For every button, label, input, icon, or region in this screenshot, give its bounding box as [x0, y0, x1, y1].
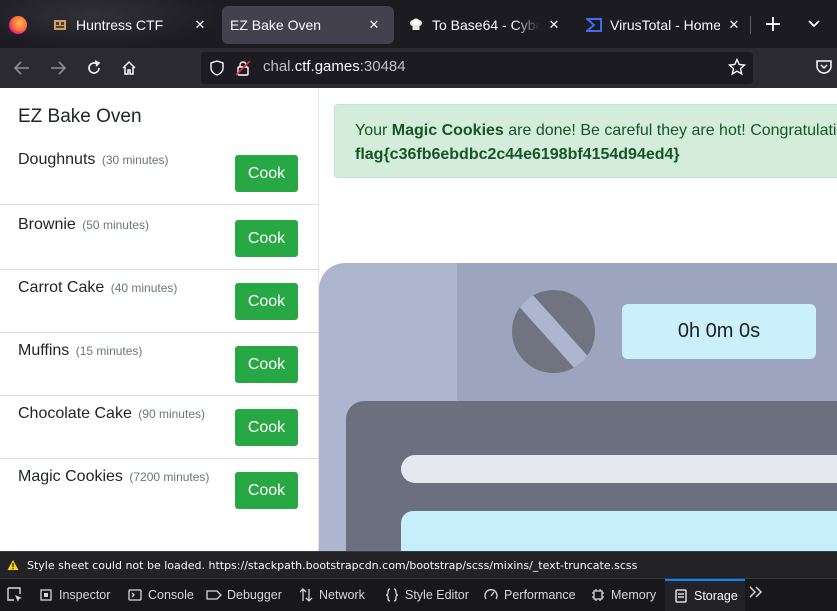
close-icon[interactable]: ✕	[544, 17, 564, 33]
recipe-item-muffins: Muffins (15 minutes) Cook	[0, 333, 318, 396]
tab-virustotal[interactable]: VirusTotal - Home ✕	[580, 6, 750, 44]
firefox-menu-icon[interactable]	[9, 16, 27, 34]
recipe-name: Chocolate Cake	[18, 405, 132, 422]
close-icon[interactable]: ✕	[724, 17, 744, 33]
insecure-lock-icon[interactable]	[235, 60, 251, 76]
recipe-item-magic-cookies: Magic Cookies (7200 minutes) Cook	[0, 459, 318, 522]
recipe-time: (50 minutes)	[82, 218, 149, 232]
tab-cyberchef[interactable]: To Base64 - CyberChef ✕	[402, 6, 570, 44]
memory-chip-icon	[590, 587, 606, 603]
recipe-name: Brownie	[18, 216, 76, 233]
back-arrow-icon[interactable]	[10, 57, 34, 79]
tab-memory[interactable]: Memory	[590, 579, 656, 611]
page-content: EZ Bake Oven Doughnuts (30 minutes) Cook…	[0, 88, 837, 551]
tab-ez-bake-oven[interactable]: EZ Bake Oven ✕	[222, 6, 394, 44]
recipe-item-brownie: Brownie (50 minutes) Cook	[0, 207, 318, 270]
virustotal-icon	[586, 17, 602, 33]
recipe-sidebar: EZ Bake Oven Doughnuts (30 minutes) Cook…	[0, 88, 319, 551]
recipe-item-doughnuts: Doughnuts (30 minutes) Cook	[0, 142, 318, 205]
console-warning-row: Style sheet could not be loaded. https:/…	[0, 551, 837, 578]
chef-hat-icon	[408, 17, 424, 33]
recipe-time: (90 minutes)	[138, 407, 205, 421]
devtools-toolbar: Inspector Console Debugger Network Style…	[0, 578, 837, 611]
recipe-name: Carrot Cake	[18, 279, 105, 296]
huntress-favicon-icon	[52, 17, 68, 33]
element-picker-icon[interactable]	[6, 586, 24, 604]
cook-brownie-button[interactable]: Cook	[235, 220, 298, 257]
page-title: EZ Bake Oven	[18, 106, 142, 127]
recipe-time: (30 minutes)	[101, 153, 169, 167]
close-icon[interactable]: ✕	[364, 17, 384, 33]
recipe-item-carrot-cake: Carrot Cake (40 minutes) Cook	[0, 270, 318, 333]
url-bar[interactable]: chal.ctf.games:30484	[201, 52, 753, 84]
tab-strip: Huntress CTF ✕ EZ Bake Oven ✕ To Base64 …	[0, 0, 837, 48]
tab-network[interactable]: Network	[298, 579, 365, 611]
reload-icon[interactable]	[82, 57, 106, 79]
warning-icon	[6, 558, 20, 572]
cook-doughnuts-button[interactable]: Cook	[235, 155, 298, 192]
tab-performance[interactable]: Performance	[483, 579, 576, 611]
style-editor-icon	[384, 587, 400, 603]
url-text[interactable]: chal.ctf.games:30484	[263, 58, 406, 75]
recipe-name: Magic Cookies	[18, 468, 123, 485]
tab-storage[interactable]: Storage	[665, 579, 745, 611]
new-tab-button[interactable]: +	[761, 14, 785, 38]
tab-inspector[interactable]: Inspector	[38, 579, 110, 611]
tab-list-chevron-down-icon[interactable]	[803, 14, 825, 36]
network-icon	[298, 587, 314, 603]
success-alert: Your Magic Cookies are done! Be careful …	[334, 104, 837, 178]
recipe-time: (15 minutes)	[75, 344, 143, 358]
oven-area: Your Magic Cookies are done! Be careful …	[319, 88, 837, 551]
oven-timer: 0h 0m 0s	[622, 304, 816, 359]
bookmark-star-icon[interactable]	[727, 57, 747, 78]
tab-style-editor[interactable]: Style Editor	[384, 579, 469, 611]
tab-debugger[interactable]: Debugger	[206, 579, 282, 611]
cook-carrot-cake-button[interactable]: Cook	[235, 283, 298, 320]
inspector-icon	[38, 587, 54, 603]
recipe-item-chocolate-cake: Chocolate Cake (90 minutes) Cook	[0, 396, 318, 459]
tab-huntress-ctf[interactable]: Huntress CTF ✕	[46, 6, 216, 44]
pocket-icon[interactable]	[815, 58, 833, 76]
oven-window	[401, 511, 837, 551]
cook-muffins-button[interactable]: Cook	[235, 346, 298, 383]
tab-separator	[750, 16, 751, 34]
console-icon	[127, 587, 143, 603]
tab-console[interactable]: Console	[127, 579, 194, 611]
browser-window: Huntress CTF ✕ EZ Bake Oven ✕ To Base64 …	[0, 0, 837, 611]
oven-knob-icon	[512, 290, 595, 373]
recipe-time: (40 minutes)	[110, 281, 178, 295]
flag-text: flag{c36fb6ebdbc2c44e6198bf4154d94ed4}	[355, 146, 680, 163]
debugger-icon	[206, 587, 222, 603]
knob-indicator	[513, 290, 595, 373]
performance-gauge-icon	[483, 587, 499, 603]
storage-icon	[673, 588, 689, 604]
recipe-name: Doughnuts	[18, 151, 96, 168]
close-icon[interactable]: ✕	[190, 17, 210, 33]
cook-chocolate-cake-button[interactable]: Cook	[235, 409, 298, 446]
more-tools-chevron-icon[interactable]	[748, 585, 764, 603]
home-icon[interactable]	[117, 57, 141, 79]
recipe-name: Muffins	[18, 342, 70, 359]
cook-magic-cookies-button[interactable]: Cook	[235, 472, 298, 509]
forward-arrow-icon[interactable]	[46, 57, 70, 79]
navigation-toolbar: chal.ctf.games:30484	[0, 48, 837, 88]
recipe-time: (7200 minutes)	[129, 470, 210, 484]
tracking-protection-shield-icon[interactable]	[209, 60, 225, 76]
warning-message: Style sheet could not be loaded. https:/…	[27, 558, 638, 572]
oven-handle	[401, 455, 837, 483]
